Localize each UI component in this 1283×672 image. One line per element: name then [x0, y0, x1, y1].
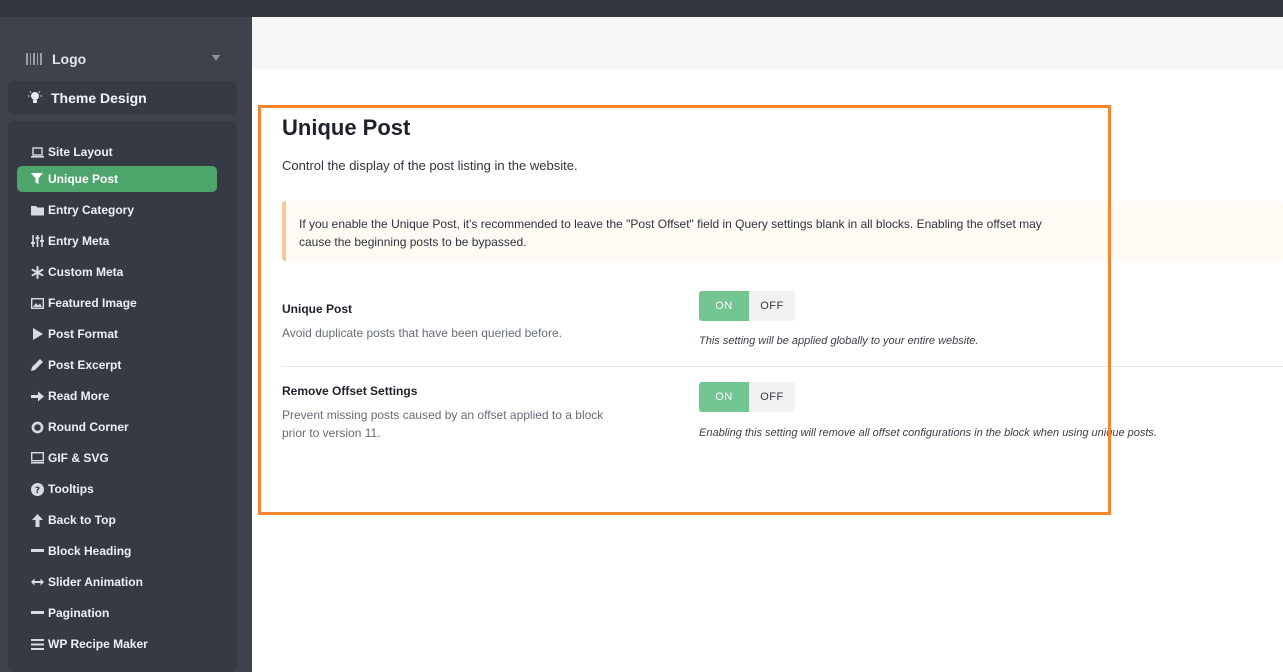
minus-icon — [30, 606, 44, 620]
sidebar-item-block-heading[interactable]: Block Heading — [17, 538, 217, 564]
lightbulb-icon — [27, 90, 43, 106]
setting-title-remove-offset: Remove Offset Settings — [282, 384, 418, 398]
sidebar-item-label: Post Excerpt — [48, 358, 122, 372]
chevron-down-icon[interactable] — [212, 55, 220, 61]
pencil-icon — [30, 358, 44, 372]
monitor-icon — [30, 451, 44, 465]
sidebar-item-label: Post Format — [48, 327, 119, 341]
sidebar-item-custom-meta[interactable]: Custom Meta — [17, 259, 217, 285]
laptop-icon — [30, 145, 44, 159]
svg-text:?: ? — [34, 486, 39, 496]
barcode-icon — [26, 53, 42, 65]
sidebar-item-label: Read More — [48, 389, 110, 403]
sidebar-item-tooltips[interactable]: ? Tooltips — [17, 476, 217, 502]
unique-post-off-button[interactable]: OFF — [749, 291, 795, 321]
sidebar-item-read-more[interactable]: Read More — [17, 383, 217, 409]
remove-offset-on-button[interactable]: ON — [699, 382, 749, 412]
sliders-icon — [30, 234, 44, 248]
sidebar-item-post-format[interactable]: Post Format — [17, 321, 217, 347]
sidebar-item-featured-image[interactable]: Featured Image — [17, 290, 217, 316]
page-title: Unique Post — [282, 115, 411, 140]
sidebar-item-label: Entry Category — [48, 203, 135, 217]
sidebar-item-entry-category[interactable]: Entry Category — [17, 197, 217, 223]
sidebar-item-label: Unique Post — [48, 172, 119, 186]
setting-desc-remove-offset: Prevent missing posts caused by an offse… — [282, 408, 604, 440]
arrows-horizontal-icon — [30, 575, 44, 589]
sidebar-item-label: Site Layout — [48, 145, 113, 159]
sidebar-item-label: Back to Top — [48, 513, 116, 527]
sidebar-item-label: GIF & SVG — [48, 451, 109, 465]
question-icon: ? — [30, 482, 44, 496]
top-admin-bar — [0, 0, 1283, 17]
image-icon — [30, 296, 44, 310]
circle-icon — [30, 420, 44, 434]
minus-icon — [30, 544, 44, 558]
sidebar-item-label: Featured Image — [48, 296, 137, 310]
arrow-right-icon — [30, 389, 44, 403]
folder-icon — [30, 203, 44, 217]
arrow-up-icon — [30, 513, 44, 527]
sidebar-item-post-excerpt[interactable]: Post Excerpt — [17, 352, 217, 378]
sidebar-item-wp-recipe-maker[interactable]: WP Recipe Maker — [17, 631, 217, 657]
logo-label: Logo — [52, 51, 87, 67]
sidebar-item-unique-post[interactable]: Unique Post — [17, 166, 217, 192]
theme-design-section[interactable]: Theme Design — [8, 81, 237, 115]
unique-post-on-button[interactable]: ON — [699, 291, 749, 321]
remove-offset-toggle: ON OFF — [699, 382, 795, 412]
play-icon — [30, 327, 44, 341]
remove-offset-note: Enabling this setting will remove all of… — [699, 427, 1157, 439]
notice-box: If you enable the Unique Post, it's reco… — [282, 201, 1283, 261]
notice-text: If you enable the Unique Post, it's reco… — [299, 217, 1042, 249]
filter-icon — [30, 172, 44, 186]
sidebar-item-label: Round Corner — [48, 420, 129, 434]
unique-post-note: This setting will be applied globally to… — [699, 335, 979, 347]
sidebar-item-slider-animation[interactable]: Slider Animation — [17, 569, 217, 595]
theme-design-label: Theme Design — [51, 90, 147, 106]
sidebar-item-site-layout[interactable]: Site Layout — [17, 139, 217, 165]
sidebar-item-back-to-top[interactable]: Back to Top — [17, 507, 217, 533]
setting-desc-unique-post: Avoid duplicate posts that have been que… — [282, 326, 562, 340]
divider — [282, 366, 1283, 367]
sidebar-item-label: Slider Animation — [48, 575, 143, 589]
sidebar-item-entry-meta[interactable]: Entry Meta — [17, 228, 217, 254]
sidebar: Logo Theme Design Site Layout Unique Pos… — [0, 17, 252, 672]
sidebar-item-label: Tooltips — [48, 482, 94, 496]
asterisk-icon — [30, 265, 44, 279]
unique-post-toggle: ON OFF — [699, 291, 795, 321]
remove-offset-off-button[interactable]: OFF — [749, 382, 795, 412]
logo-menu[interactable]: Logo — [8, 41, 236, 77]
page-subtitle: Control the display of the post listing … — [282, 158, 578, 173]
list-icon — [30, 637, 44, 651]
sidebar-item-gif-svg[interactable]: GIF & SVG — [17, 445, 217, 471]
sidebar-menu: Site Layout Unique Post Entry Category E… — [8, 121, 237, 672]
sidebar-item-label: Entry Meta — [48, 234, 110, 248]
sidebar-item-label: Block Heading — [48, 544, 132, 558]
sidebar-item-label: Pagination — [48, 606, 110, 620]
content-header — [252, 17, 1283, 69]
sidebar-item-label: Custom Meta — [48, 265, 124, 279]
sidebar-item-pagination[interactable]: Pagination — [17, 600, 217, 626]
sidebar-item-label: WP Recipe Maker — [48, 637, 148, 651]
setting-title-unique-post: Unique Post — [282, 302, 353, 316]
sidebar-item-round-corner[interactable]: Round Corner — [17, 414, 217, 440]
